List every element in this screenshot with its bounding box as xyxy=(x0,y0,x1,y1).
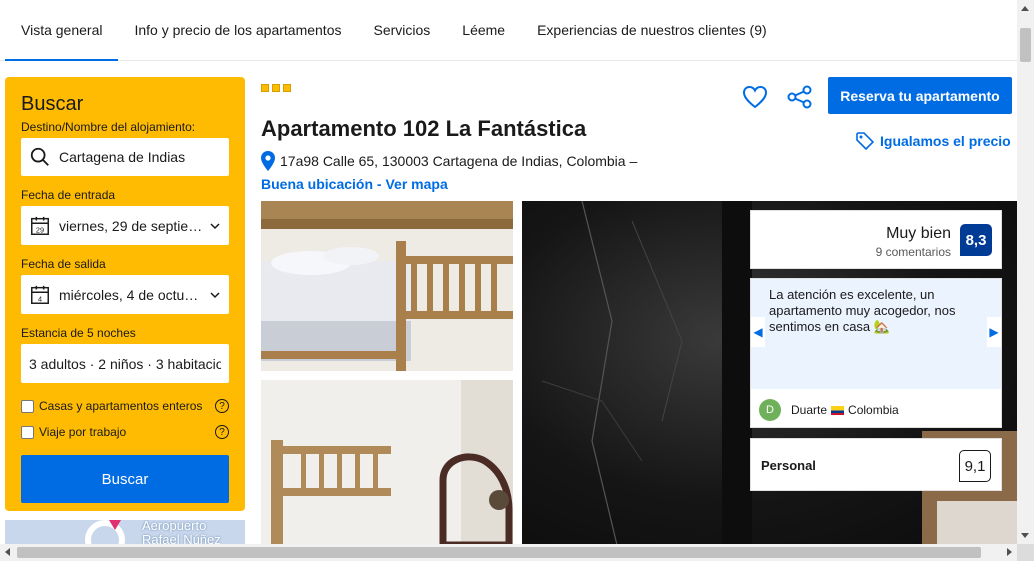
reserve-button[interactable]: Reserva tu apartamento xyxy=(828,77,1012,114)
bedroom-illustration xyxy=(261,380,513,545)
horizontal-scrollbar[interactable] xyxy=(0,544,1017,561)
review-quote: La atención es excelente, un apartamento… xyxy=(751,279,1001,389)
destination-input[interactable]: Cartagena de Indias xyxy=(21,138,229,176)
property-address: 17a98 Calle 65, 130003 Cartagena de Indi… xyxy=(261,151,637,171)
property-tabs: Vista general Info y precio de los apart… xyxy=(0,0,1017,61)
prev-review-button[interactable]: ◀ xyxy=(751,317,765,347)
tab-overview[interactable]: Vista general xyxy=(5,0,119,61)
star-rating xyxy=(261,84,291,92)
work-trip-checkbox[interactable] xyxy=(21,425,34,439)
good-location-link[interactable]: Buena ubicación xyxy=(261,176,373,192)
entire-homes-label: Casas y apartamentos enteros xyxy=(39,399,203,413)
review-score-card[interactable]: Muy bien 9 comentarios 8,3 xyxy=(750,210,1002,269)
work-trip-option[interactable]: Viaje por trabajo ? xyxy=(21,421,229,443)
scroll-down-icon[interactable] xyxy=(1021,533,1029,538)
entire-homes-option[interactable]: Casas y apartamentos enteros ? xyxy=(21,395,229,417)
star-icon xyxy=(272,84,280,92)
calendar-icon: 29 xyxy=(31,216,49,235)
checkin-date-field[interactable]: 29 viernes, 29 de septiembre de 2023 xyxy=(21,206,229,245)
entire-homes-checkbox[interactable] xyxy=(21,399,34,413)
tag-icon xyxy=(856,132,874,150)
review-score-badge: 8,3 xyxy=(960,224,992,256)
search-title: Buscar xyxy=(21,93,84,115)
help-icon[interactable]: ? xyxy=(215,399,229,413)
booking-property-page: Vista general Info y precio de los apart… xyxy=(0,0,1034,561)
price-match-label: Igualamos el precio xyxy=(880,133,1011,149)
calendar-icon: 4 xyxy=(31,285,49,304)
vertical-scrollbar[interactable] xyxy=(1017,0,1034,544)
guests-value: 3 adultos · 2 niños · 3 habitaciones xyxy=(29,355,221,372)
review-count: 9 comentarios xyxy=(875,245,951,259)
checkin-label: Fecha de entrada xyxy=(21,188,116,202)
search-icon xyxy=(30,147,49,166)
next-review-button[interactable]: ▶ xyxy=(987,317,1001,347)
guests-rooms-field[interactable]: 3 adultos · 2 niños · 3 habitaciones xyxy=(21,344,229,383)
help-icon[interactable]: ? xyxy=(215,425,229,439)
heart-icon[interactable] xyxy=(741,84,769,110)
property-photo-bunk-bed[interactable] xyxy=(261,201,513,371)
price-match-link[interactable]: Igualamos el precio xyxy=(856,132,1011,150)
star-icon xyxy=(261,84,269,92)
chevron-down-icon xyxy=(210,222,220,229)
category-name: Personal xyxy=(761,458,816,473)
location-separator: - xyxy=(373,176,386,192)
checkout-value: miércoles, 4 de octubre de 2023 xyxy=(59,286,205,303)
checkout-label: Fecha de salida xyxy=(21,257,106,271)
property-title: Apartamento 102 La Fantástica xyxy=(261,116,587,141)
author-country: Colombia xyxy=(848,403,899,417)
rating-word: Muy bien xyxy=(886,225,951,242)
tab-guest-reviews[interactable]: Experiencias de nuestros clientes (9) xyxy=(521,0,783,60)
horizontal-scroll-thumb[interactable] xyxy=(17,547,981,558)
map-airport-label: Aeropuerto Rafael Núñez xyxy=(142,520,221,547)
checkin-day-number: 29 xyxy=(36,225,44,234)
star-icon xyxy=(283,84,291,92)
property-photo-bedroom[interactable] xyxy=(261,380,513,545)
work-trip-label: Viaje por trabajo xyxy=(39,425,127,439)
vertical-scroll-thumb[interactable] xyxy=(1020,28,1031,62)
scrollbar-corner xyxy=(1017,544,1034,561)
location-pin-icon xyxy=(261,151,275,171)
destination-label: Destino/Nombre del alojamiento: xyxy=(21,120,196,134)
tab-facilities[interactable]: Servicios xyxy=(357,0,446,60)
category-score-card: Personal 9,1 xyxy=(750,438,1002,491)
scroll-up-icon[interactable] xyxy=(1021,6,1029,11)
review-author: D Duarte Colombia xyxy=(759,399,899,421)
featured-review-card: La atención es excelente, un apartamento… xyxy=(750,278,1002,428)
search-button[interactable]: Buscar xyxy=(21,455,229,503)
avatar: D xyxy=(759,399,781,421)
destination-value: Cartagena de Indias xyxy=(59,149,186,165)
colombia-flag-icon xyxy=(831,405,845,415)
checkin-value: viernes, 29 de septiembre de 2023 xyxy=(59,217,205,234)
author-name: Duarte xyxy=(791,403,828,417)
bunk-bed-illustration xyxy=(261,201,513,371)
share-icon[interactable] xyxy=(786,84,814,110)
scroll-right-icon[interactable] xyxy=(1007,548,1012,556)
chevron-down-icon xyxy=(210,291,220,298)
address-text: 17a98 Calle 65, 130003 Cartagena de Indi… xyxy=(280,153,638,169)
tab-info-prices[interactable]: Info y precio de los apartamentos xyxy=(118,0,357,60)
location-links: Buena ubicación - Ver mapa xyxy=(261,176,448,192)
scroll-left-icon[interactable] xyxy=(5,548,10,556)
search-panel: Buscar Destino/Nombre del alojamiento: C… xyxy=(5,77,245,511)
stay-length-label: Estancia de 5 noches xyxy=(21,326,136,340)
map-pin-icon xyxy=(109,520,121,530)
checkout-date-field[interactable]: 4 miércoles, 4 de octubre de 2023 xyxy=(21,275,229,314)
tab-fine-print[interactable]: Léeme xyxy=(446,0,521,60)
show-map-link[interactable]: Ver mapa xyxy=(385,176,447,192)
checkout-day-number: 4 xyxy=(38,294,42,303)
category-score: 9,1 xyxy=(959,450,991,482)
